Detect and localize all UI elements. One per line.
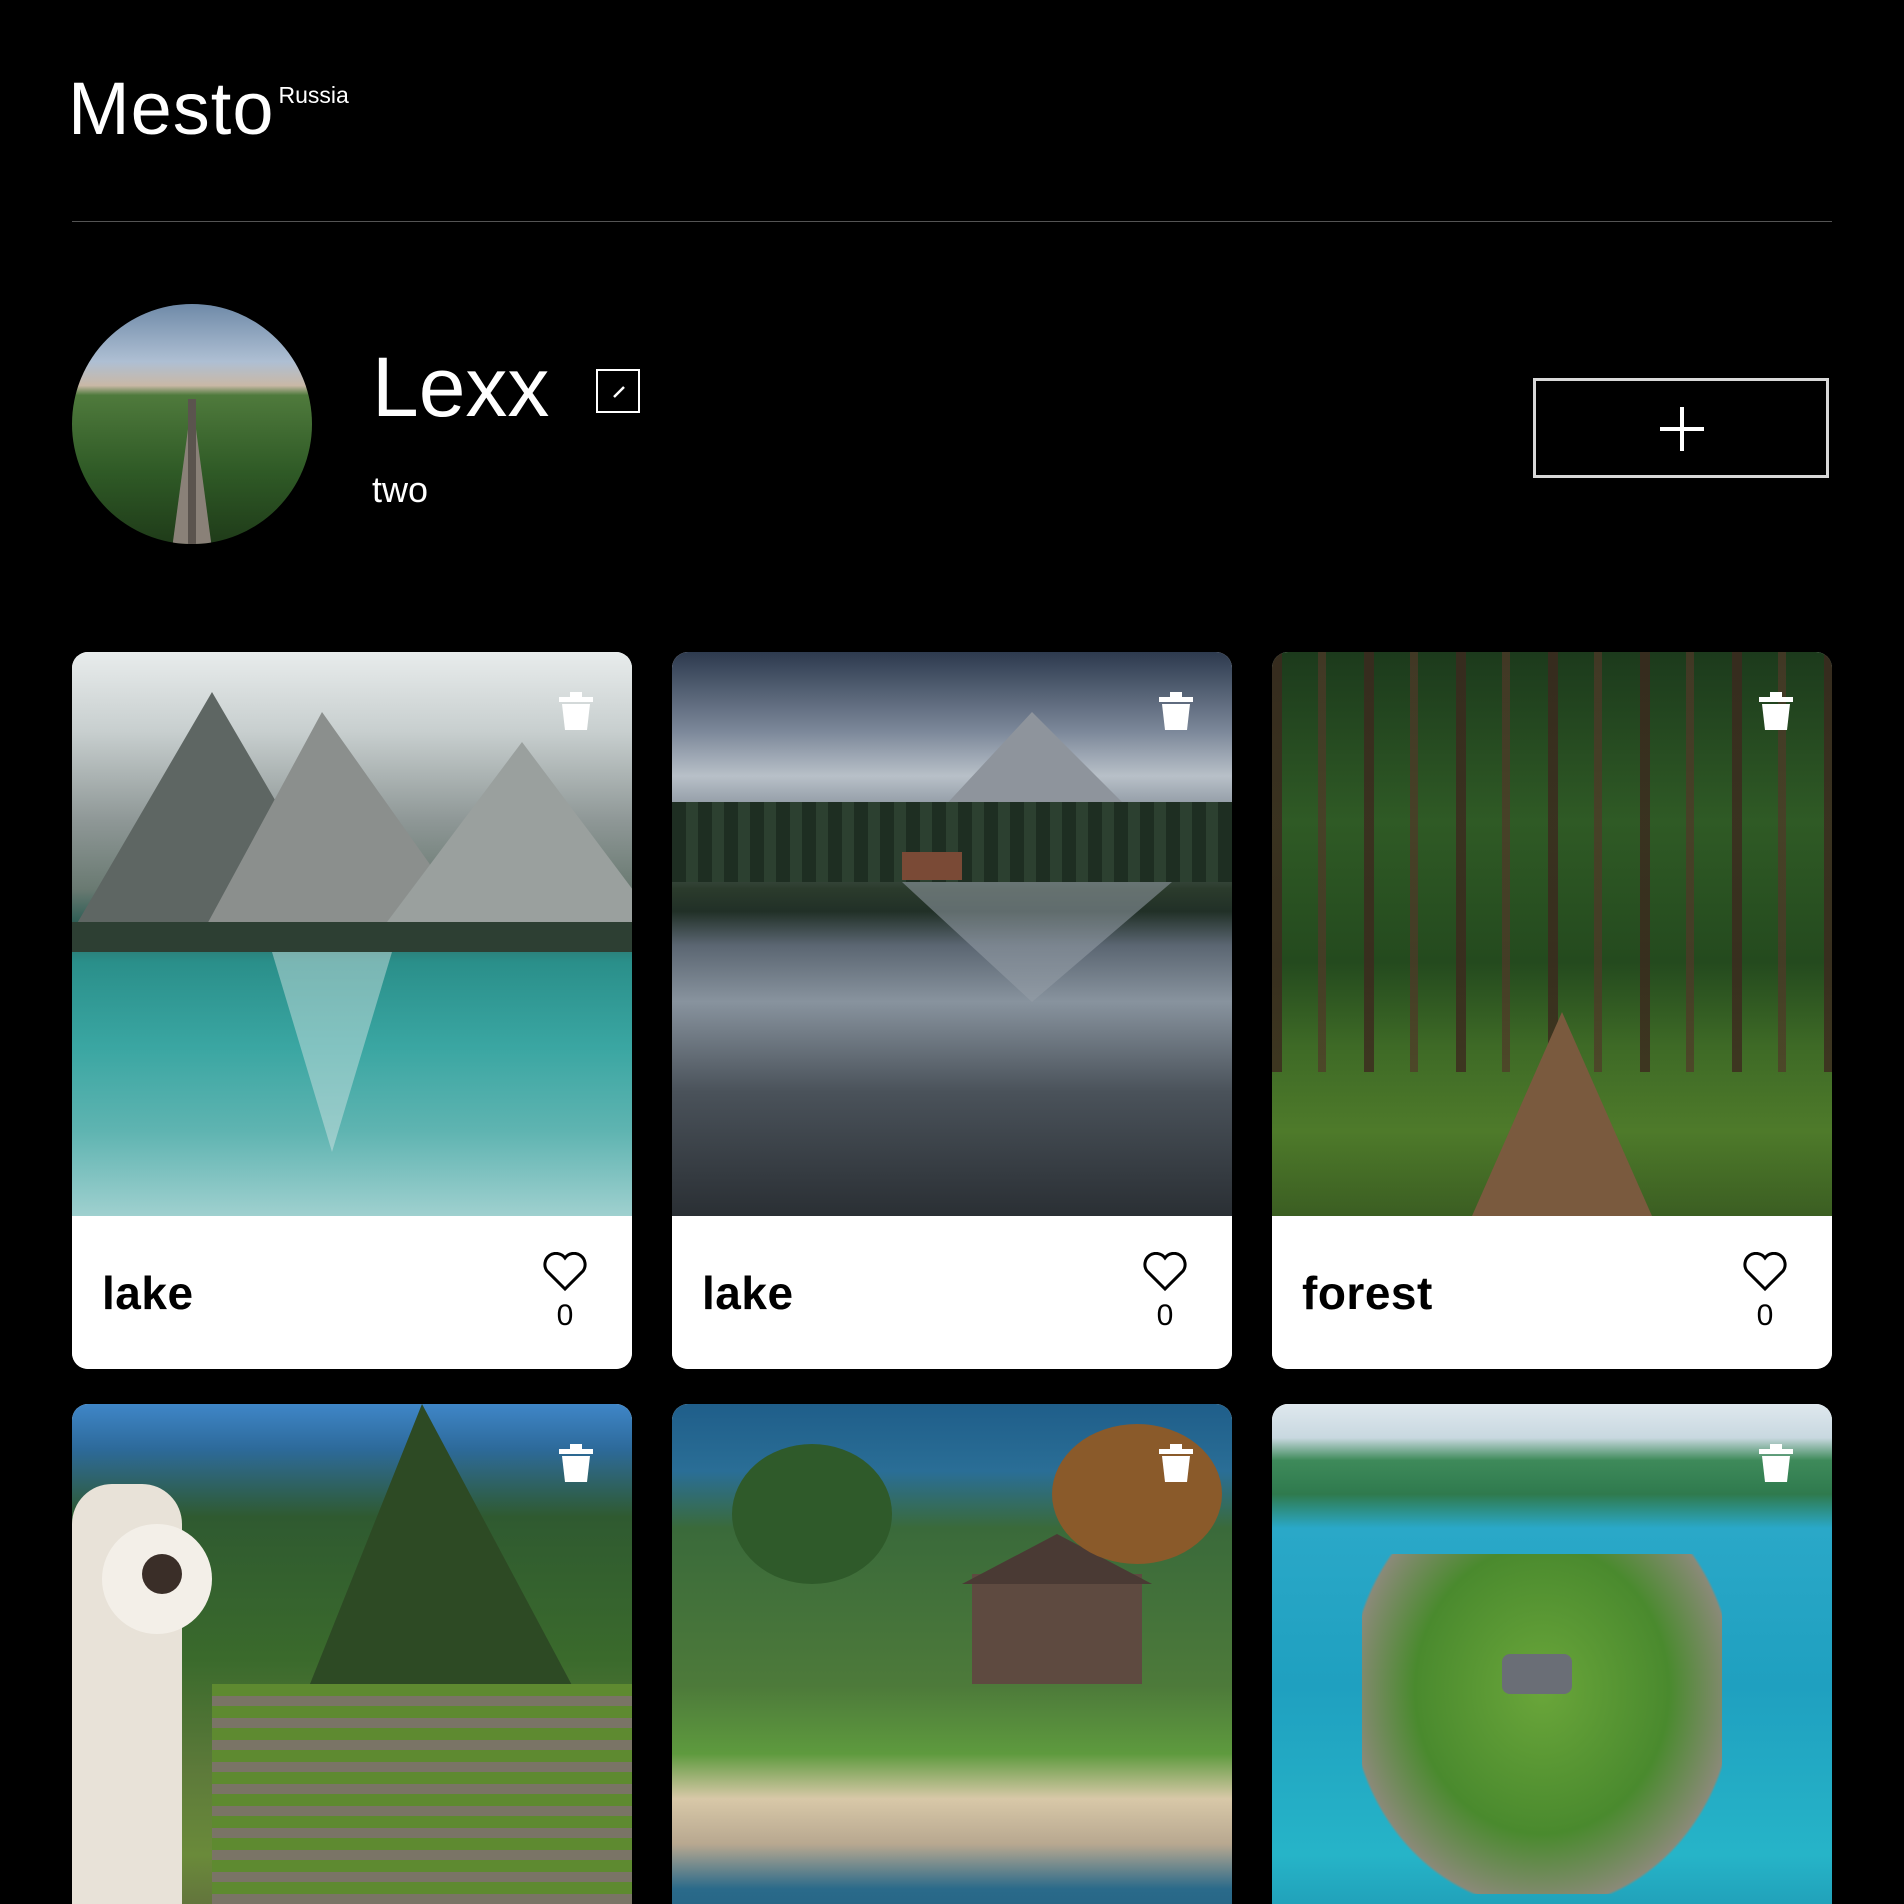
avatar-rail-track bbox=[188, 399, 196, 544]
page: Mesto Russia Lexx two lake 0 lake 0 fore… bbox=[0, 0, 1904, 1904]
card bbox=[72, 1404, 632, 1904]
like-group: 0 bbox=[1140, 1251, 1190, 1333]
card: lake 0 bbox=[672, 652, 1232, 1369]
card-title: lake bbox=[102, 1267, 194, 1319]
heart-icon[interactable] bbox=[1142, 1251, 1188, 1292]
logo-text: Mesto bbox=[68, 67, 275, 150]
avatar[interactable] bbox=[72, 304, 312, 544]
trash-icon[interactable] bbox=[1758, 1444, 1794, 1482]
trash-icon[interactable] bbox=[558, 1444, 594, 1482]
add-card-button[interactable] bbox=[1533, 378, 1829, 478]
card-image[interactable] bbox=[1272, 652, 1832, 1216]
like-count: 0 bbox=[556, 1299, 574, 1332]
heart-icon[interactable] bbox=[542, 1251, 588, 1292]
like-group: 0 bbox=[1740, 1251, 1790, 1333]
card-image[interactable] bbox=[72, 1404, 632, 1904]
header: Mesto Russia bbox=[68, 60, 1832, 222]
card-image[interactable] bbox=[1272, 1404, 1832, 1904]
trash-icon[interactable] bbox=[1158, 1444, 1194, 1482]
card-body: lake 0 bbox=[672, 1216, 1232, 1369]
card-body: forest 0 bbox=[1272, 1216, 1832, 1369]
card-title: forest bbox=[1302, 1267, 1433, 1319]
card-image[interactable] bbox=[672, 1404, 1232, 1904]
pencil-icon bbox=[613, 386, 625, 398]
logo-region: Russia bbox=[278, 82, 349, 108]
card: lake 0 bbox=[72, 652, 632, 1369]
trash-icon[interactable] bbox=[558, 692, 594, 730]
card bbox=[672, 1404, 1232, 1904]
trash-icon[interactable] bbox=[1758, 692, 1794, 730]
card: forest 0 bbox=[1272, 652, 1832, 1369]
card-image[interactable] bbox=[672, 652, 1232, 1216]
heart-icon[interactable] bbox=[1742, 1251, 1788, 1292]
header-divider bbox=[72, 221, 1832, 222]
profile-name: Lexx bbox=[372, 340, 550, 434]
trash-icon[interactable] bbox=[1158, 692, 1194, 730]
like-count: 0 bbox=[1756, 1299, 1774, 1332]
plus-icon bbox=[1660, 407, 1704, 451]
edit-profile-button[interactable] bbox=[596, 369, 640, 413]
like-count: 0 bbox=[1156, 1299, 1174, 1332]
profile-job: two bbox=[372, 469, 429, 510]
card-title: lake bbox=[702, 1267, 794, 1319]
card-body: lake 0 bbox=[72, 1216, 632, 1369]
card bbox=[1272, 1404, 1832, 1904]
card-image[interactable] bbox=[72, 652, 632, 1216]
like-group: 0 bbox=[540, 1251, 590, 1333]
logo: Mesto Russia bbox=[68, 72, 349, 146]
